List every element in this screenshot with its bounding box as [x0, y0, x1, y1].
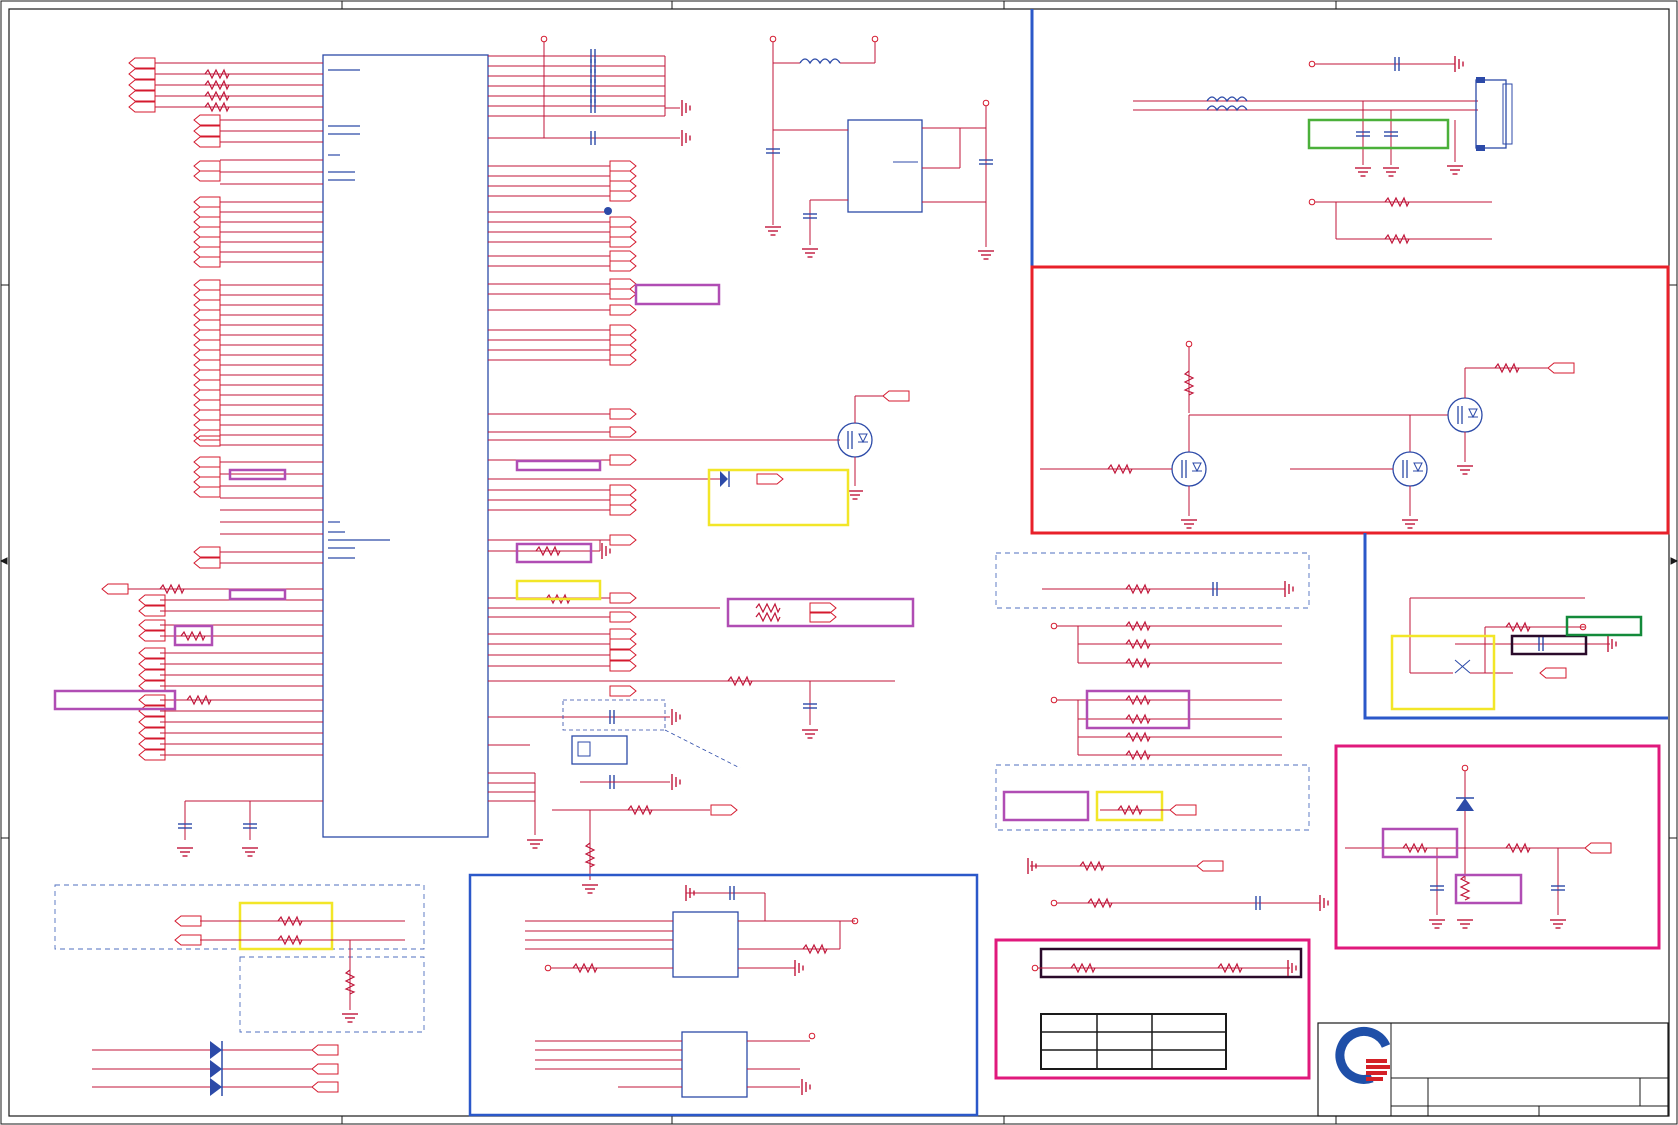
resistor-ladder-b[interactable] [1050, 689, 1282, 760]
pullup-series[interactable] [1027, 857, 1329, 912]
main-ic-block[interactable] [322, 54, 489, 838]
resistor-ladder-a[interactable] [1050, 621, 1282, 668]
top-cap-array[interactable] [540, 35, 691, 147]
reset-divider[interactable] [552, 805, 710, 894]
ground-icon [526, 839, 544, 849]
review-box-option-table[interactable] [994, 938, 1311, 1080]
transistor-region[interactable] [1363, 533, 1668, 720]
main-ic-right-pins [488, 55, 895, 835]
dashed-group-b[interactable] [995, 764, 1310, 831]
dashed-rc-group[interactable] [995, 552, 1310, 609]
review-box-bottom-ics[interactable] [468, 873, 979, 1117]
connector-region[interactable] [1030, 9, 1513, 267]
schematic-sheet [0, 0, 1678, 1125]
crystal-oscillator[interactable] [562, 699, 741, 791]
buck-regulator[interactable] [764, 35, 995, 260]
review-box-mosfet-switch[interactable] [1030, 265, 1670, 535]
mid-components[interactable] [535, 395, 883, 739]
esd-diodes[interactable] [92, 1041, 339, 1096]
quanta-logo-icon [1335, 1026, 1391, 1084]
left-net-ports [101, 57, 221, 761]
junction-dot [604, 207, 612, 215]
main-ic-decoupling[interactable] [176, 801, 259, 857]
dashed-group-bottom-left[interactable] [54, 884, 425, 1033]
review-box-diode-divider[interactable] [1334, 744, 1661, 950]
